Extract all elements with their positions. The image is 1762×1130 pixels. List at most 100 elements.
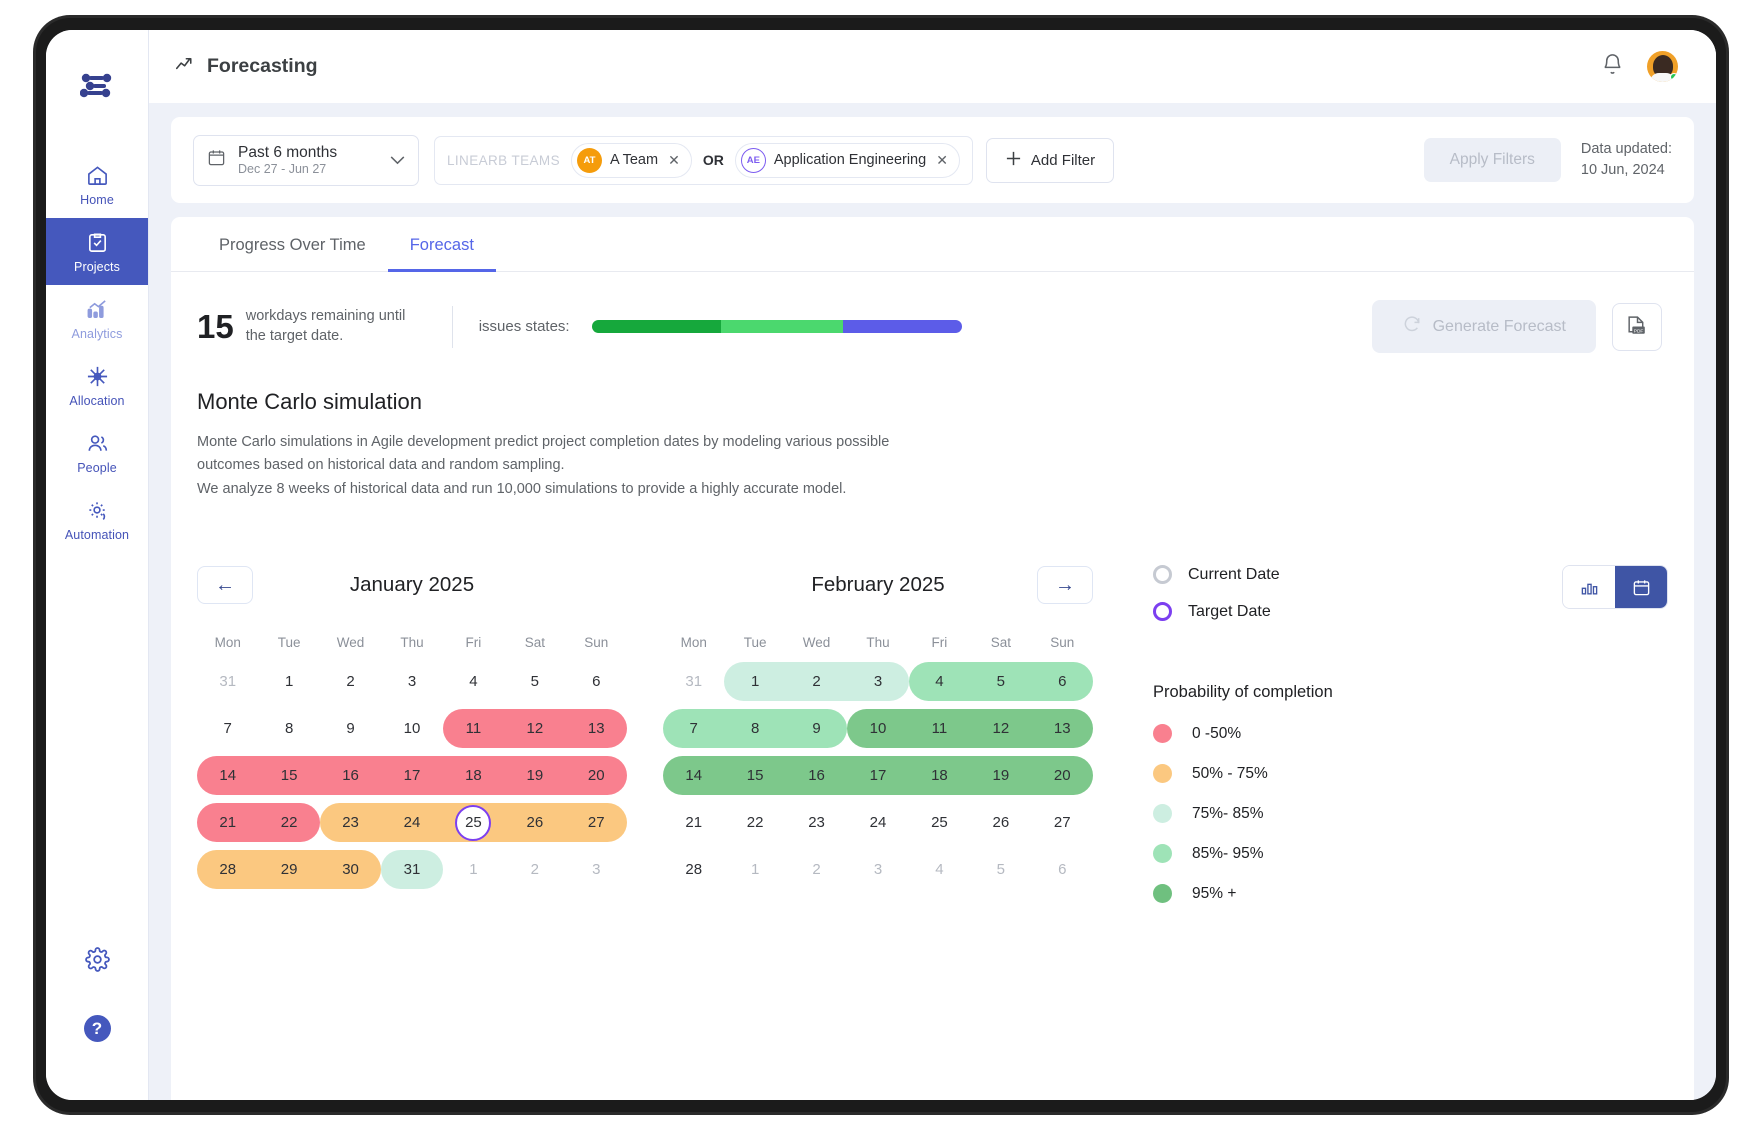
calendar-day[interactable]: 5 xyxy=(504,658,565,705)
calendar-day[interactable]: 2 xyxy=(504,846,565,893)
calendar-day[interactable]: 14 xyxy=(197,752,258,799)
calendar-day[interactable]: 4 xyxy=(909,846,970,893)
close-icon[interactable]: ✕ xyxy=(936,152,948,169)
sidebar-item-people[interactable]: People xyxy=(46,419,148,486)
calendar-day[interactable]: 4 xyxy=(443,658,504,705)
calendar-day[interactable]: 1 xyxy=(258,658,319,705)
sidebar-item-automation[interactable]: Automation xyxy=(46,486,148,553)
calendar-day[interactable]: 19 xyxy=(970,752,1031,799)
calendar-day[interactable]: 22 xyxy=(258,799,319,846)
calendar-day[interactable]: 21 xyxy=(197,799,258,846)
calendar-day[interactable]: 16 xyxy=(786,752,847,799)
team-chip-a-team[interactable]: AT A Team ✕ xyxy=(570,142,692,178)
calendar-day[interactable]: 6 xyxy=(566,658,627,705)
calendar-day[interactable]: 6 xyxy=(1032,846,1093,893)
calendar-day[interactable]: 27 xyxy=(566,799,627,846)
calendar-day-number: 18 xyxy=(931,767,948,785)
tab-progress-over-time[interactable]: Progress Over Time xyxy=(197,217,388,272)
calendar-day[interactable]: 29 xyxy=(258,846,319,893)
calendar-day[interactable]: 25 xyxy=(909,799,970,846)
sidebar-item-analytics[interactable]: Analytics xyxy=(46,285,148,352)
calendar-day[interactable]: 26 xyxy=(504,799,565,846)
calendar-day[interactable]: 2 xyxy=(320,658,381,705)
calendar-day[interactable]: 12 xyxy=(970,705,1031,752)
gear-icon[interactable] xyxy=(84,947,110,977)
calendar-day[interactable]: 10 xyxy=(381,705,442,752)
calendar-day[interactable]: 15 xyxy=(258,752,319,799)
calendar-day[interactable]: 13 xyxy=(1032,705,1093,752)
calendar-day[interactable]: 23 xyxy=(320,799,381,846)
close-icon[interactable]: ✕ xyxy=(668,152,680,169)
avatar[interactable] xyxy=(1647,51,1678,82)
calendar-day[interactable]: 18 xyxy=(909,752,970,799)
calendar-day[interactable]: 13 xyxy=(566,705,627,752)
calendar-day[interactable]: 31 xyxy=(197,658,258,705)
calendar-day[interactable]: 1 xyxy=(724,658,785,705)
calendar-day[interactable]: 7 xyxy=(663,705,724,752)
calendar-day[interactable]: 6 xyxy=(1032,658,1093,705)
calendar-day[interactable]: 11 xyxy=(909,705,970,752)
calendar-day[interactable]: 25 xyxy=(443,799,504,846)
calendar-day[interactable]: 31 xyxy=(381,846,442,893)
calendar-day[interactable]: 14 xyxy=(663,752,724,799)
sidebar-item-projects[interactable]: Projects xyxy=(46,218,148,285)
calendar-day[interactable]: 28 xyxy=(197,846,258,893)
calendar-day[interactable]: 9 xyxy=(786,705,847,752)
generate-forecast-button[interactable]: Generate Forecast xyxy=(1371,300,1596,353)
calendar-view-icon[interactable] xyxy=(1615,566,1667,609)
calendar-day[interactable]: 31 xyxy=(663,658,724,705)
bell-icon[interactable] xyxy=(1601,53,1624,81)
calendar-day[interactable]: 5 xyxy=(970,846,1031,893)
add-filter-button[interactable]: Add Filter xyxy=(985,137,1115,183)
calendar-day[interactable]: 3 xyxy=(566,846,627,893)
calendar-day[interactable]: 3 xyxy=(847,658,908,705)
bar-chart-view-icon[interactable] xyxy=(1563,566,1615,609)
calendar-day[interactable]: 1 xyxy=(443,846,504,893)
calendar-day[interactable]: 2 xyxy=(786,846,847,893)
help-icon[interactable]: ? xyxy=(83,1015,111,1042)
calendar-day[interactable]: 17 xyxy=(847,752,908,799)
calendar-day[interactable]: 2 xyxy=(786,658,847,705)
calendar-day[interactable]: 7 xyxy=(197,705,258,752)
calendar-day[interactable]: 21 xyxy=(663,799,724,846)
calendar-day[interactable]: 20 xyxy=(1032,752,1093,799)
calendar-day[interactable]: 20 xyxy=(566,752,627,799)
sidebar-item-home[interactable]: Home xyxy=(46,151,148,218)
calendar-day[interactable]: 19 xyxy=(504,752,565,799)
calendar-day[interactable]: 9 xyxy=(320,705,381,752)
calendar-day[interactable]: 11 xyxy=(443,705,504,752)
calendar-day[interactable]: 30 xyxy=(320,846,381,893)
calendar-day[interactable]: 3 xyxy=(381,658,442,705)
calendar-day[interactable]: 8 xyxy=(724,705,785,752)
calendar-day[interactable]: 4 xyxy=(909,658,970,705)
calendar-day[interactable]: 28 xyxy=(663,846,724,893)
calendar-day[interactable]: 12 xyxy=(504,705,565,752)
calendar-day[interactable]: 8 xyxy=(258,705,319,752)
calendar-day-number: 21 xyxy=(219,814,237,832)
calendar-day[interactable]: 16 xyxy=(320,752,381,799)
sidebar-item-allocation[interactable]: Allocation xyxy=(46,352,148,419)
calendar-day[interactable]: 1 xyxy=(724,846,785,893)
calendar-day[interactable]: 10 xyxy=(847,705,908,752)
calendar-day[interactable]: 23 xyxy=(786,799,847,846)
calendar-day[interactable]: 24 xyxy=(847,799,908,846)
legend-label: Target Date xyxy=(1188,602,1271,620)
calendar-day[interactable]: 27 xyxy=(1032,799,1093,846)
arrow-left-icon[interactable]: ← xyxy=(197,566,253,605)
calendar-day[interactable]: 26 xyxy=(970,799,1031,846)
team-chip-application-engineering[interactable]: AE Application Engineering ✕ xyxy=(734,142,960,178)
calendar-day[interactable]: 18 xyxy=(443,752,504,799)
calendar-day-number: 1 xyxy=(469,861,478,879)
linearb-logo-icon[interactable] xyxy=(79,72,114,105)
apply-filters-button[interactable]: Apply Filters xyxy=(1423,138,1561,182)
calendar-day[interactable]: 24 xyxy=(381,799,442,846)
date-range-selector[interactable]: Past 6 months Dec 27 - Jun 27 xyxy=(193,134,419,186)
calendar-day[interactable]: 5 xyxy=(970,658,1031,705)
pdf-export-icon[interactable]: PDF xyxy=(1612,302,1662,351)
calendar-day[interactable]: 17 xyxy=(381,752,442,799)
calendar-day[interactable]: 15 xyxy=(724,752,785,799)
tab-forecast[interactable]: Forecast xyxy=(387,217,496,272)
calendar-day[interactable]: 22 xyxy=(724,799,785,846)
arrow-right-icon[interactable]: → xyxy=(1037,566,1093,605)
calendar-day[interactable]: 3 xyxy=(847,846,908,893)
